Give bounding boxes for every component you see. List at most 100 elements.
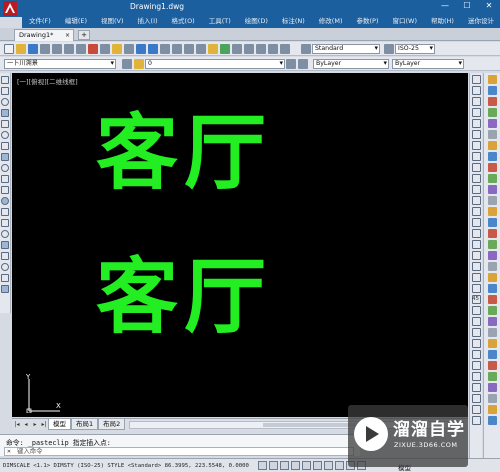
tool-icon-13[interactable] [487,207,497,216]
join-icon[interactable] [471,218,481,227]
ellipse-arc-icon[interactable] [1,186,9,194]
extend-icon[interactable] [471,185,481,194]
region-icon[interactable] [1,252,9,260]
rectangle-icon[interactable] [1,120,9,128]
explode-icon[interactable] [471,251,481,260]
drawing-canvas[interactable]: [一][俯视][二维线框] 客厅 客厅 Y X [12,73,468,417]
color-select[interactable]: ByLayer [313,58,389,69]
rotate-icon[interactable] [471,141,481,150]
menu-draw[interactable]: 绘图(D) [238,14,275,28]
stretch-icon[interactable] [471,163,481,172]
tool-icon-12[interactable] [487,196,497,205]
polyline-icon[interactable] [1,98,9,106]
tool-icon-18[interactable] [487,262,497,271]
dim-style-icon[interactable] [384,43,394,54]
trim-icon[interactable] [471,174,481,183]
prev-layout-icon[interactable]: ◂ [22,421,30,429]
copy-object-icon[interactable] [471,86,481,95]
close-tab-icon[interactable]: × [65,30,70,41]
quick-dim-icon[interactable] [471,350,481,359]
layer-select[interactable]: 0 [145,58,285,69]
tab-layout1[interactable]: 布局1 [71,419,99,430]
tool-icon-10[interactable] [487,174,497,183]
dim-aligned-icon[interactable] [471,273,481,282]
linetype-select[interactable]: ByLayer [392,58,464,69]
markup-icon[interactable] [256,43,266,54]
save-as-icon[interactable] [40,43,50,54]
last-layout-icon[interactable]: ▸| [40,421,48,429]
menu-mini-design[interactable]: 迷你设计 [461,14,500,28]
menu-modify[interactable]: 修改(M) [312,14,350,28]
tool-icon-17[interactable] [487,251,497,260]
redo-icon[interactable] [148,43,158,54]
dim-radius-icon[interactable] [471,306,481,315]
dim-style-select[interactable]: ISO-25 [395,43,435,54]
layer-previous-icon[interactable] [298,58,308,69]
tool-icon-9[interactable] [487,163,497,172]
tool-icon-2[interactable] [487,86,497,95]
undo-icon[interactable] [136,43,146,54]
new-tab-button[interactable]: + [78,30,90,40]
grid-display-icon[interactable] [269,461,278,470]
point-icon[interactable] [1,219,9,227]
layer-light-icon[interactable] [134,58,144,69]
menu-file[interactable]: 文件(F) [22,14,58,28]
menu-format[interactable]: 格式(O) [165,14,202,28]
command-close-icon[interactable]: ✕ [7,448,11,455]
tool-icon-26[interactable] [487,350,497,359]
tool-icon-29[interactable] [487,383,497,392]
tool-icon-6[interactable] [487,130,497,139]
preview-icon[interactable] [64,43,74,54]
add-selected-icon[interactable] [1,285,9,293]
layer-manager-icon[interactable] [122,58,132,69]
tool-icon-30[interactable] [487,394,497,403]
tool-icon-28[interactable] [487,372,497,381]
tool-icon-27[interactable] [487,361,497,370]
break-icon[interactable] [471,207,481,216]
open-icon[interactable] [16,43,26,54]
tool-icon-15[interactable] [487,229,497,238]
tool-icon-1[interactable] [487,75,497,84]
next-layout-icon[interactable]: ▸ [31,421,39,429]
tab-model[interactable]: 模型 [48,419,71,430]
dim-jogged-icon[interactable] [471,317,481,326]
make-current-layer-icon[interactable] [286,58,296,69]
menu-insert[interactable]: 插入(I) [131,14,165,28]
arc-icon[interactable] [1,131,9,139]
offset-icon[interactable] [471,108,481,117]
close-button[interactable]: ✕ [478,0,500,11]
dim-angular-icon[interactable] [471,339,481,348]
polygon-icon[interactable] [1,109,9,117]
minimize-button[interactable]: — [434,0,456,11]
chamfer-icon[interactable] [471,229,481,238]
snap-mode-icon[interactable] [258,461,267,470]
autocad-logo-icon[interactable] [3,1,17,16]
menu-help[interactable]: 帮助(H) [424,14,461,28]
menu-window[interactable]: 窗口(W) [385,14,424,28]
fillet-icon[interactable] [471,240,481,249]
cut-icon[interactable] [88,43,98,54]
move-icon[interactable] [471,130,481,139]
menu-edit[interactable]: 编辑(E) [58,14,94,28]
gradient-icon[interactable] [1,241,9,249]
tab-drawing1[interactable]: Drawing1* × [14,29,74,41]
command-input[interactable]: ✕ 键入命令 [4,447,354,456]
paste-icon[interactable] [112,43,122,54]
tool-icon-24[interactable] [487,328,497,337]
help-icon[interactable] [280,43,290,54]
tab-layout2[interactable]: 布局2 [98,419,126,430]
ducs-icon[interactable] [335,461,344,470]
save-icon[interactable] [28,43,38,54]
pan-icon[interactable] [160,43,170,54]
table-icon[interactable] [1,263,9,271]
zoom-previous-icon[interactable] [196,43,206,54]
quickcalc-icon[interactable] [268,43,278,54]
circle-icon[interactable] [1,142,9,150]
menu-tools[interactable]: 工具(T) [202,14,238,28]
dim-linear-icon[interactable] [471,262,481,271]
spline-icon[interactable] [1,164,9,172]
hatch-icon[interactable] [1,230,9,238]
array-icon[interactable] [471,119,481,128]
tool-icon-7[interactable] [487,141,497,150]
first-layout-icon[interactable]: |◂ [13,421,21,429]
